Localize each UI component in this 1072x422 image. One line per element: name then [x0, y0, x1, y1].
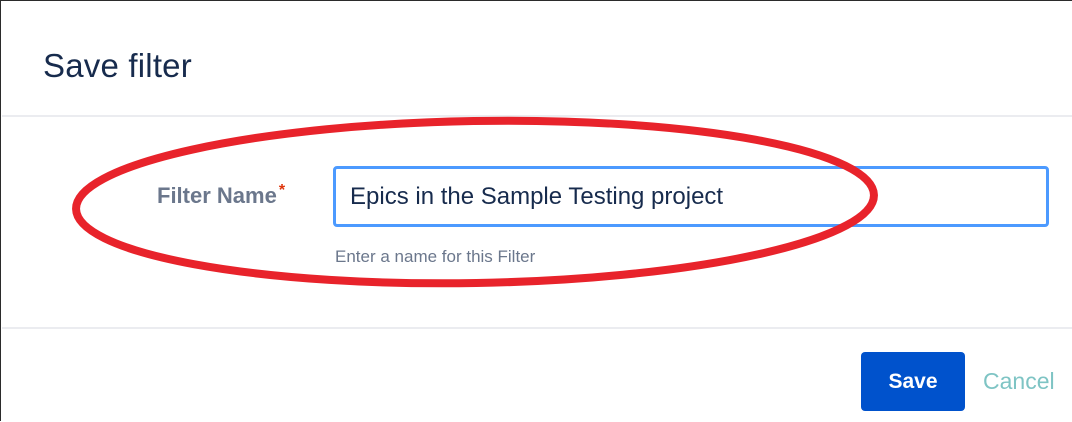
filter-name-label-text: Filter Name: [157, 183, 277, 208]
dialog-title: Save filter: [43, 47, 192, 84]
filter-name-input[interactable]: [333, 166, 1049, 227]
save-filter-dialog: Save filter Filter Name* Enter a name fo…: [0, 0, 1072, 421]
filter-name-help-text: Enter a name for this Filter: [335, 247, 536, 266]
footer-divider: [2, 327, 1072, 329]
required-marker: *: [278, 182, 286, 199]
cancel-link[interactable]: Cancel: [983, 368, 1055, 395]
filter-name-label: Filter Name *: [157, 182, 286, 209]
save-button[interactable]: Save: [861, 352, 965, 411]
header-divider: [2, 115, 1072, 117]
